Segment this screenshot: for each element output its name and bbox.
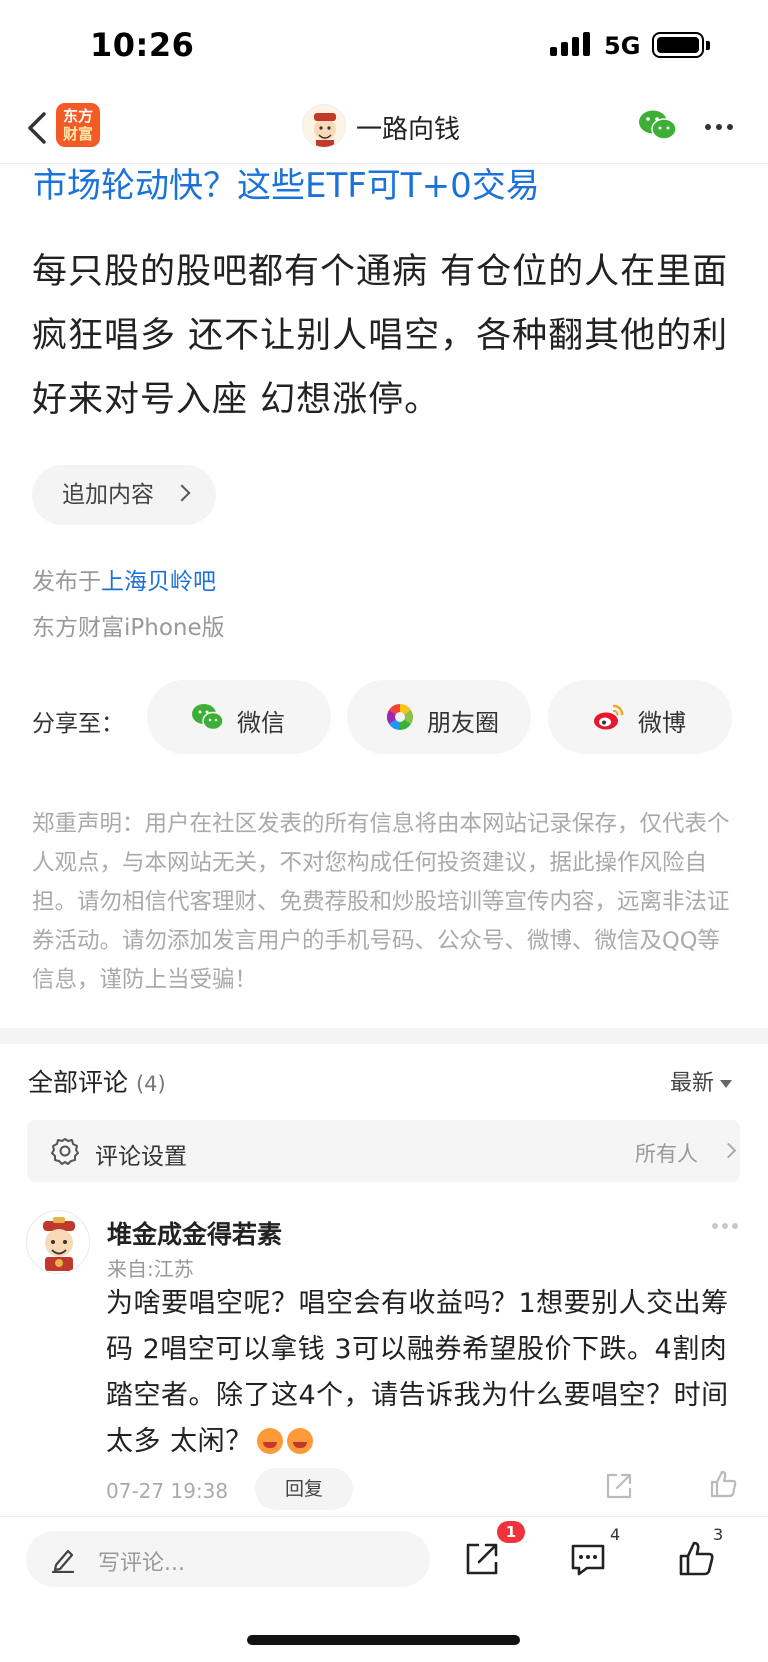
reply-button[interactable]: 回复: [255, 1468, 353, 1510]
pencil-icon: [51, 1549, 75, 1573]
comment-date: 07-27 19:38: [106, 1479, 229, 1503]
gear-icon: [51, 1138, 79, 1165]
comments-header: 全部评论 (4): [28, 1063, 166, 1099]
promo-link[interactable]: 市场轮动快？这些ETF可T+0交易: [33, 158, 540, 207]
share-weibo-label: 微博: [638, 709, 686, 737]
commenter-location: 来自:江苏: [107, 1257, 194, 1281]
comments-count: (4): [135, 1072, 166, 1096]
nav-title: 一路向钱: [356, 115, 461, 145]
share-label: 分享至：: [32, 711, 124, 737]
caret-down-icon: [720, 1080, 733, 1088]
comments-title: 全部评论: [28, 1068, 129, 1097]
share-moments-button[interactable]: 朋友圈: [347, 680, 531, 754]
home-indicator[interactable]: [247, 1635, 520, 1645]
sort-dropdown[interactable]: 最新: [670, 1065, 733, 1097]
comment-settings-label: 评论设置: [95, 1144, 187, 1170]
comment-icon[interactable]: [568, 1539, 608, 1579]
share-icon[interactable]: [462, 1539, 502, 1579]
app-logo-text: 财富: [62, 125, 93, 143]
share-row: 分享至： 微信 朋友圈 微博: [0, 680, 768, 756]
comment-count: 4: [610, 1525, 621, 1544]
author-avatar[interactable]: [302, 104, 346, 148]
chevron-right-icon: [173, 484, 191, 502]
like-count: 3: [713, 1525, 724, 1544]
write-comment-input[interactable]: 写评论...: [26, 1531, 430, 1587]
commenter-name[interactable]: 堆金成金得若素: [107, 1215, 282, 1251]
comment-item: 堆金成金得若素 来自:江苏 为啥要唱空呢？唱空会有收益吗？1想要别人交出筹码 2…: [0, 1205, 768, 1510]
app-logo[interactable]: 东方 财富: [56, 103, 100, 147]
disclaimer-text: 郑重声明：用户在社区发表的所有信息将由本网站记录保存，仅代表个人观点，与本网站无…: [32, 811, 730, 993]
client-info: 东方财富iPhone版: [32, 615, 225, 641]
share-badge: 1: [497, 1521, 525, 1543]
comment-body: 为啥要唱空呢？唱空会有收益吗？1想要别人交出筹码 2唱空可以拿钱 3可以融券希望…: [106, 1288, 729, 1457]
append-content-button[interactable]: 追加内容: [32, 465, 216, 525]
status-bar: 10:26 5G: [0, 0, 768, 92]
thumbs-up-icon[interactable]: [676, 1539, 716, 1579]
weibo-icon: [594, 704, 624, 730]
publish-info: 发布于上海贝岭吧: [32, 562, 216, 596]
write-comment-placeholder: 写评论...: [98, 1551, 185, 1576]
commenter-avatar[interactable]: [26, 1210, 90, 1274]
status-time: 10:26: [90, 26, 195, 64]
wechat-icon: [192, 704, 224, 731]
section-divider: [0, 1028, 768, 1044]
append-content-label: 追加内容: [62, 482, 154, 508]
network-label: 5G: [604, 32, 641, 60]
comment-more-icon[interactable]: [712, 1223, 742, 1231]
app-logo-text: 东方: [62, 107, 93, 125]
comment-text: 为啥要唱空呢？唱空会有收益吗？1想要别人交出筹码 2唱空可以拿钱 3可以融券希望…: [106, 1281, 736, 1465]
wechat-share-icon[interactable]: [638, 108, 678, 142]
laughing-emoji-icon: [256, 1428, 283, 1454]
forum-link[interactable]: 上海贝岭吧: [101, 569, 216, 595]
share-moments-label: 朋友圈: [427, 709, 499, 737]
nav-bar: 东方 财富 一路向钱: [0, 92, 768, 164]
bottom-action-bar: 写评论... 1 4 3: [0, 1516, 768, 1662]
chevron-right-icon: [720, 1142, 737, 1159]
share-weibo-button[interactable]: 微博: [548, 680, 732, 754]
thumbs-up-icon[interactable]: [708, 1469, 738, 1499]
sort-label: 最新: [670, 1071, 715, 1096]
back-arrow-icon[interactable]: [24, 106, 54, 150]
comment-settings-row[interactable]: 评论设置 所有人: [27, 1120, 740, 1182]
share-icon[interactable]: [604, 1471, 634, 1501]
share-wechat-label: 微信: [237, 709, 285, 737]
share-wechat-button[interactable]: 微信: [147, 680, 331, 754]
moments-icon: [386, 703, 414, 731]
publish-prefix: 发布于: [32, 569, 101, 595]
comment-settings-value: 所有人: [635, 1142, 698, 1166]
signal-icon: [550, 32, 592, 56]
battery-icon: [652, 32, 710, 58]
laughing-emoji-icon: [286, 1428, 313, 1454]
more-options-icon[interactable]: [705, 114, 735, 138]
post-body: 每只股的股吧都有个通病 有仓位的人在里面疯狂唱多 还不让别人唱空，各种翻其他的利…: [32, 252, 729, 420]
